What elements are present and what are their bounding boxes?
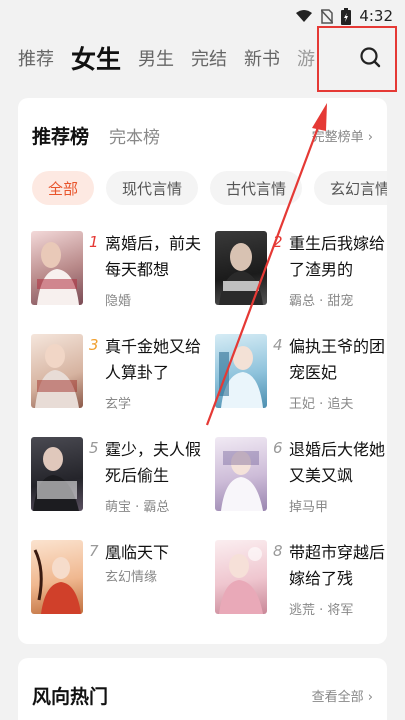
no-sim-icon [321, 8, 334, 24]
book-tags: 萌宝 · 霸总 [105, 500, 170, 515]
view-all-link[interactable]: 查看全部 › [312, 686, 373, 705]
book-title: 霆少，夫人假死后偷生 [105, 440, 202, 485]
book-cover [31, 437, 83, 511]
book-tags: 隐婚 [105, 294, 132, 309]
book-cover [31, 540, 83, 614]
book-title: 凰临天下 [105, 543, 170, 562]
rank-number: 8 [273, 542, 283, 560]
book-title: 真千金她又给人算卦了 [105, 337, 202, 382]
book-cover [215, 334, 267, 408]
ranking-card: 推荐榜 完本榜 完整榜单 › 全部 现代言情 古代言情 玄幻言情 1 离婚后，前… [18, 98, 387, 644]
tab-new-books[interactable]: 新书 [244, 45, 297, 71]
search-icon [359, 46, 381, 72]
book-title: 带超市穿越后嫁给了残 [289, 543, 386, 588]
book-item[interactable]: 6 退婚后大佬她又美又飒 掉马甲 [215, 437, 395, 521]
book-item[interactable]: 7 凰临天下 玄幻情缘 [31, 540, 211, 624]
chip-modern-romance[interactable]: 现代言情 [106, 171, 199, 205]
tab-completed[interactable]: 完结 [191, 45, 244, 71]
battery-icon [341, 7, 352, 25]
tab-female[interactable]: 女生 [71, 40, 138, 76]
tab-games[interactable]: 游 [297, 45, 319, 71]
book-item[interactable]: 1 离婚后，前夫每天都想 隐婚 [31, 231, 211, 315]
trending-title[interactable]: 风向热门 [32, 682, 108, 709]
book-cover [215, 540, 267, 614]
book-item[interactable]: 2 重生后我嫁给了渣男的 霸总 · 甜宠 [215, 231, 395, 315]
chip-ancient-romance[interactable]: 古代言情 [210, 171, 303, 205]
book-item[interactable]: 8 带超市穿越后嫁给了残 逃荒 · 将军 [215, 540, 395, 624]
book-item[interactable]: 3 真千金她又给人算卦了 玄学 [31, 334, 211, 418]
trending-header: 风向热门 查看全部 › [32, 682, 373, 708]
book-tags: 掉马甲 [289, 500, 329, 515]
book-tags: 霸总 · 甜宠 [289, 294, 354, 309]
rank-number: 1 [89, 233, 99, 251]
trending-card: 风向热门 查看全部 › [18, 658, 387, 720]
book-item[interactable]: 4 偏执王爷的团宠医妃 王妃 · 追夫 [215, 334, 395, 418]
book-cover [215, 437, 267, 511]
wifi-icon [295, 9, 313, 23]
book-cover [31, 334, 83, 408]
book-title: 离婚后，前夫每天都想 [105, 234, 202, 279]
category-chips: 全部 现代言情 古代言情 玄幻言情 [32, 171, 387, 205]
ranking-title[interactable]: 推荐榜 [32, 122, 89, 149]
rank-number: 6 [273, 439, 283, 457]
tab-recommend[interactable]: 推荐 [0, 45, 71, 71]
book-cover [215, 231, 267, 305]
book-tags: 逃荒 · 将军 [289, 603, 354, 618]
rank-number: 4 [273, 336, 283, 354]
book-tags: 玄学 [105, 397, 132, 412]
book-title: 退婚后大佬她又美又飒 [289, 440, 386, 485]
tab-male[interactable]: 男生 [138, 45, 191, 71]
full-ranking-link[interactable]: 完整榜单 › [312, 126, 373, 145]
book-title: 重生后我嫁给了渣男的 [289, 234, 386, 279]
search-button[interactable] [317, 26, 397, 92]
rank-number: 7 [89, 542, 99, 560]
book-tags: 王妃 · 追夫 [289, 397, 354, 412]
ranking-header: 推荐榜 完本榜 完整榜单 › [32, 122, 373, 148]
rank-number: 3 [89, 336, 99, 354]
status-time: 4:32 [359, 7, 393, 25]
chip-fantasy-romance[interactable]: 玄幻言情 [314, 171, 387, 205]
book-cover [31, 231, 83, 305]
book-item[interactable]: 5 霆少，夫人假死后偷生 萌宝 · 霸总 [31, 437, 211, 521]
rank-number: 5 [89, 439, 99, 457]
rank-number: 2 [273, 233, 283, 251]
book-tags: 玄幻情缘 [105, 570, 158, 585]
chip-all[interactable]: 全部 [32, 171, 95, 205]
completed-ranking-tab[interactable]: 完本榜 [109, 123, 160, 148]
book-title: 偏执王爷的团宠医妃 [289, 337, 386, 382]
